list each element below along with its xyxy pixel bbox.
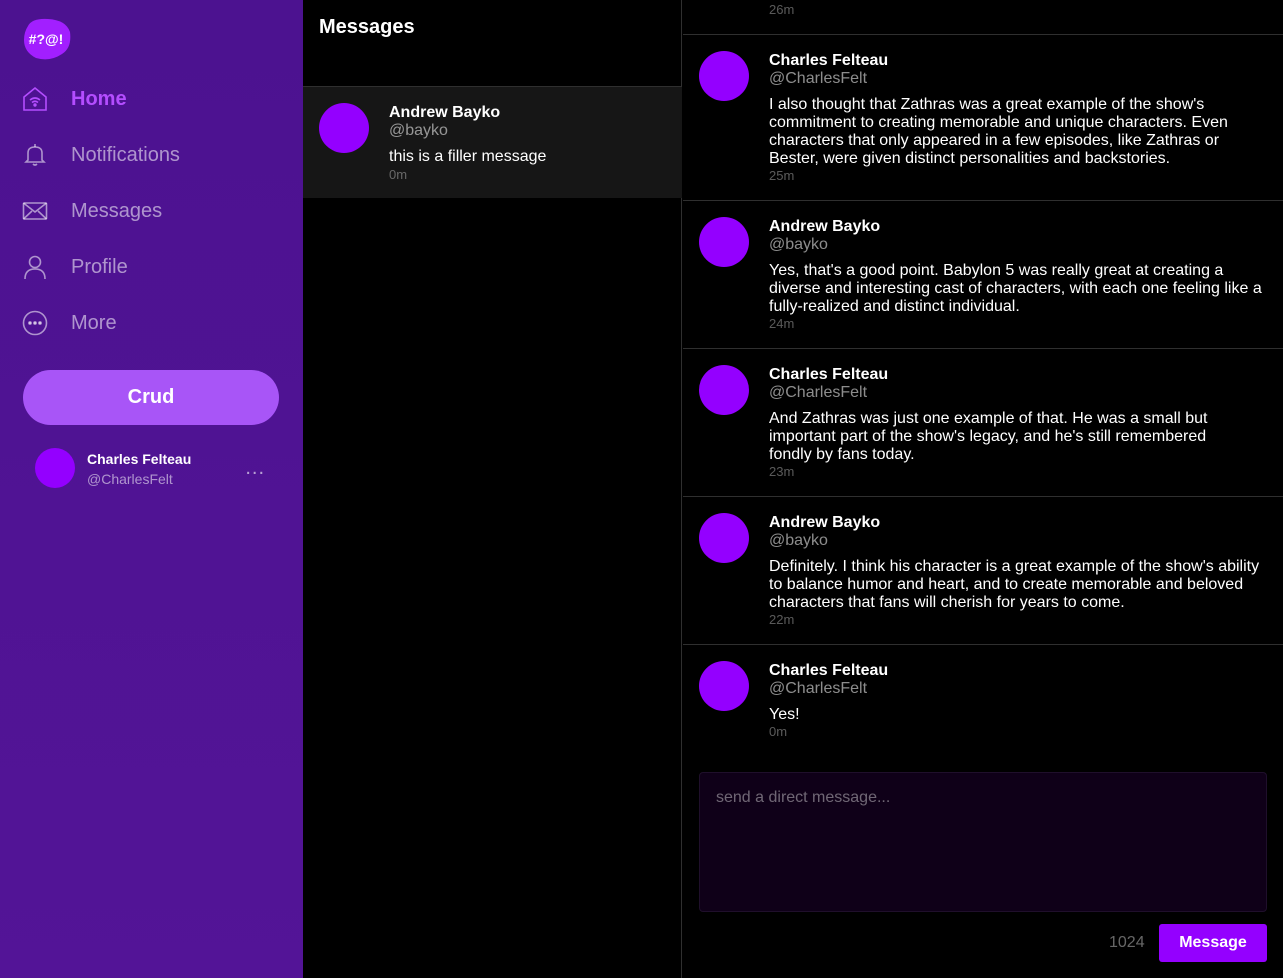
avatar <box>699 365 749 415</box>
avatar <box>699 513 749 563</box>
sidebar: #?@! Home Notifications Messages Profile… <box>0 0 303 978</box>
message-time: 0m <box>769 724 788 739</box>
thread-time: 0m <box>389 167 408 182</box>
nav-label-notifications: Notifications <box>71 143 180 166</box>
main-nav: Home Notifications Messages Profile More <box>0 71 303 351</box>
avatar <box>35 448 75 488</box>
home-icon <box>22 86 48 112</box>
envelope-icon <box>22 198 48 224</box>
avatar <box>699 661 749 711</box>
nav-item-messages[interactable]: Messages <box>0 183 303 239</box>
nav-item-profile[interactable]: Profile <box>0 239 303 295</box>
message-author: Andrew Bayko <box>769 218 881 235</box>
message-author: Charles Felteau <box>769 662 889 679</box>
app-logo[interactable]: #?@! <box>22 18 72 60</box>
logo-text: #?@! <box>29 31 64 47</box>
thread-item[interactable]: Andrew Bayko @bayko this is a filler mes… <box>303 87 682 198</box>
message-text: I also thought that Zathras was a great … <box>769 96 1228 167</box>
message-item: Andrew Bayko @bayko Yes, that's a good p… <box>683 201 1283 349</box>
message-item: Andrew Bayko @bayko Definitely. I think … <box>683 497 1283 645</box>
character-count: 1024 <box>1109 934 1145 951</box>
message-time: 24m <box>769 316 795 331</box>
threads-panel: Messages Andrew Bayko @bayko this is a f… <box>303 0 682 978</box>
conversation-panel: 26m Charles Felteau @CharlesFelt I also … <box>683 0 1283 978</box>
nav-label-messages: Messages <box>71 199 163 222</box>
more-circle-icon <box>22 310 48 336</box>
message-item: Charles Felteau @CharlesFelt Yes! 0m <box>683 645 1283 755</box>
thread-name: Andrew Bayko <box>389 104 501 121</box>
avatar <box>319 103 369 153</box>
more-options-icon[interactable]: ... <box>245 458 265 478</box>
message-text: And Zathras was just one example of that… <box>769 410 1208 463</box>
page-title: Messages <box>319 16 415 38</box>
thread-handle: @bayko <box>389 122 448 139</box>
message-author: Charles Felteau <box>769 52 889 69</box>
crud-button[interactable]: Crud <box>23 370 279 425</box>
thread-preview: this is a filler message <box>389 148 547 165</box>
account-switcher[interactable]: Charles Felteau @CharlesFelt ... <box>35 448 280 490</box>
bell-icon <box>22 142 48 168</box>
nav-item-notifications[interactable]: Notifications <box>0 127 303 183</box>
message-handle: @CharlesFelt <box>769 680 868 697</box>
message-text: Yes, that's a good point. Babylon 5 was … <box>769 262 1262 315</box>
send-message-button[interactable]: Message <box>1159 924 1267 962</box>
message-handle: @bayko <box>769 236 828 253</box>
message-item: Charles Felteau @CharlesFelt And Zathras… <box>683 349 1283 497</box>
message-text: Definitely. I think his character is a g… <box>769 558 1260 611</box>
message-author: Andrew Bayko <box>769 514 881 531</box>
message-time: 25m <box>769 168 795 183</box>
message-handle: @CharlesFelt <box>769 384 868 401</box>
nav-label-profile: Profile <box>71 255 128 278</box>
avatar <box>699 51 749 101</box>
nav-item-more[interactable]: More <box>0 295 303 351</box>
message-author: Charles Felteau <box>769 366 889 383</box>
message-item: Charles Felteau @CharlesFelt I also thou… <box>683 35 1283 201</box>
person-icon <box>22 254 48 280</box>
avatar <box>699 217 749 267</box>
message-time: 26m <box>769 2 795 17</box>
nav-label-home: Home <box>71 87 127 110</box>
message-handle: @CharlesFelt <box>769 70 868 87</box>
nav-label-more: More <box>71 311 117 334</box>
message-time: 22m <box>769 612 795 627</box>
message-input[interactable] <box>699 772 1267 912</box>
message-handle: @bayko <box>769 532 828 549</box>
account-handle: @CharlesFelt <box>87 471 173 487</box>
nav-item-home[interactable]: Home <box>0 71 303 127</box>
account-name: Charles Felteau <box>87 451 192 467</box>
message-text: Yes! <box>769 706 800 723</box>
message-time: 23m <box>769 464 795 479</box>
